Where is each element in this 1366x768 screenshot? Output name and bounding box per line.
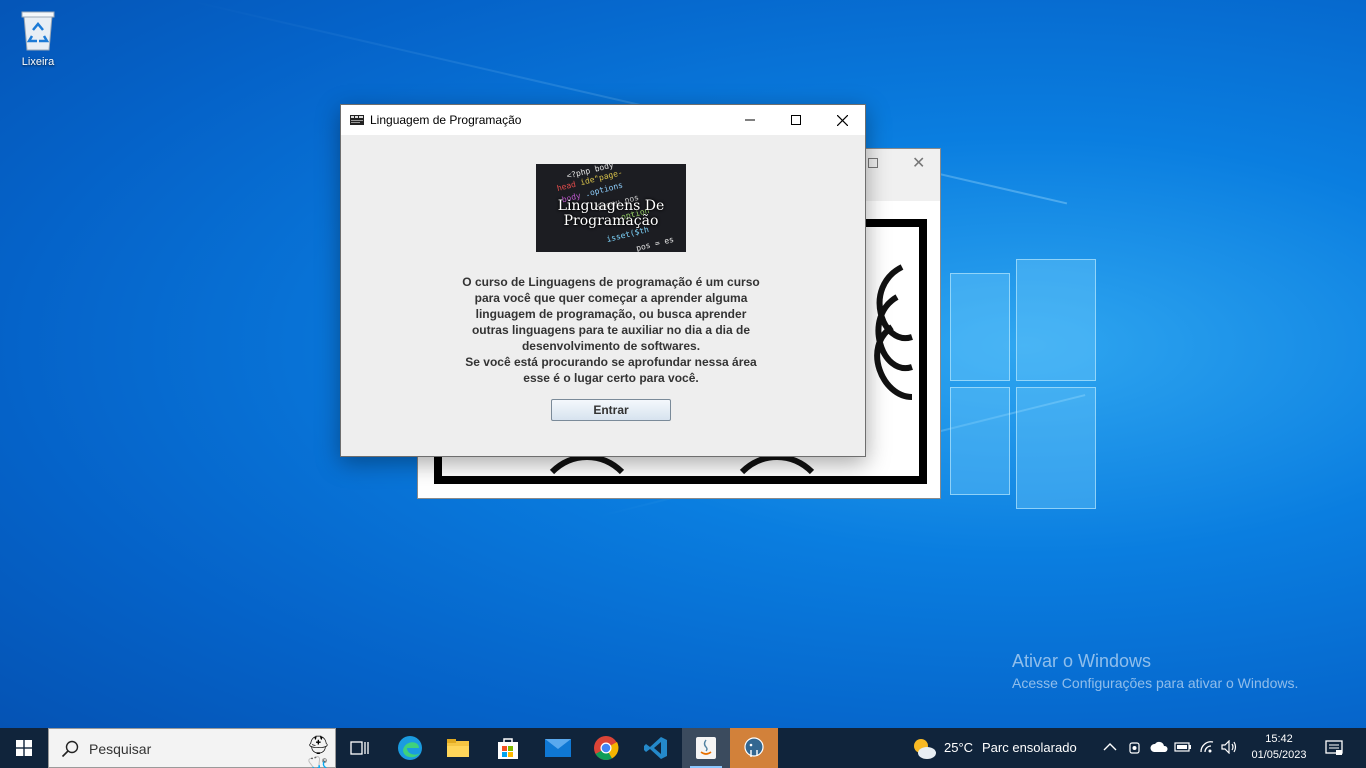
folder-icon [447, 739, 469, 757]
dialog-title: Linguagem de Programação [370, 113, 522, 127]
search-highlight-icon: ⛑🩺🧁 [307, 735, 330, 768]
taskbar: Pesquisar ⛑🩺🧁 25°C Parc ensolarado [0, 728, 1366, 768]
postgresql-icon [744, 737, 764, 757]
weather-desc: Parc ensolarado [982, 740, 1077, 755]
close-icon[interactable]: ✕ [912, 153, 925, 173]
clock-time: 15:42 [1265, 733, 1293, 745]
start-button[interactable] [0, 728, 48, 768]
minimize-button[interactable] [727, 105, 773, 135]
banner-text: Linguagens De Programação [557, 198, 665, 229]
mail-icon [545, 739, 571, 757]
dialog-titlebar[interactable]: Linguagem de Programação [341, 105, 865, 135]
clock-date: 01/05/2023 [1251, 749, 1307, 761]
vscode-icon [644, 737, 667, 759]
taskbar-search-box[interactable]: Pesquisar ⛑🩺🧁 [48, 728, 336, 768]
taskbar-vscode[interactable] [632, 728, 680, 768]
task-view-button[interactable] [336, 728, 384, 768]
task-view-icon [350, 741, 369, 755]
activation-title: Ativar o Windows [1012, 651, 1152, 671]
activation-subtitle: Acesse Configurações para ativar o Windo… [1012, 675, 1299, 691]
taskbar-java[interactable] [682, 728, 730, 768]
close-icon [836, 114, 848, 126]
recycle-bin-label: Lixeira [21, 56, 55, 68]
chevron-up-icon[interactable] [1103, 742, 1117, 752]
edge-icon [398, 736, 422, 760]
java-icon [696, 737, 716, 759]
wifi-icon[interactable] [1199, 740, 1215, 754]
store-icon [498, 738, 518, 759]
onedrive-icon[interactable] [1150, 741, 1168, 753]
windows-start-icon [16, 740, 32, 756]
search-icon [61, 740, 79, 758]
taskbar-postgresql[interactable] [730, 728, 778, 768]
maximize-icon [791, 115, 801, 125]
windows-logo-wallpaper [950, 255, 1100, 515]
taskbar-file-explorer[interactable] [434, 728, 482, 768]
search-placeholder: Pesquisar [89, 741, 152, 757]
enter-button[interactable]: Entrar [551, 399, 671, 421]
taskbar-mail[interactable] [534, 728, 582, 768]
course-description: O curso de Linguagens de programação é u… [462, 275, 760, 385]
meet-now-icon[interactable] [1128, 740, 1142, 756]
taskbar-store[interactable] [484, 728, 532, 768]
recycle-bin-desktop-icon[interactable]: Lixeira [12, 8, 64, 68]
chrome-icon [594, 736, 619, 761]
taskbar-chrome[interactable] [582, 728, 630, 768]
activation-watermark: Ativar o Windows Acesse Configurações pa… [1012, 651, 1298, 691]
java-app-icon [350, 115, 364, 125]
maximize-button[interactable] [773, 105, 819, 135]
recycle-bin-icon [20, 8, 56, 52]
volume-icon[interactable] [1221, 740, 1239, 754]
partly-sunny-icon [914, 739, 936, 759]
course-banner-image: <?php body head ide"page- body .options … [536, 164, 686, 252]
minimize-icon [745, 119, 755, 121]
weather-temp: 25°C [944, 740, 974, 755]
taskbar-edge[interactable] [386, 728, 434, 768]
maximize-icon[interactable] [868, 158, 878, 168]
battery-icon[interactable] [1174, 741, 1192, 753]
notifications-icon[interactable] [1325, 740, 1343, 756]
dialog-window[interactable]: Linguagem de Programação <?php body head… [340, 104, 866, 457]
close-button[interactable] [819, 105, 865, 135]
taskbar-clock[interactable]: 15:42 01/05/2023 [1244, 731, 1314, 763]
